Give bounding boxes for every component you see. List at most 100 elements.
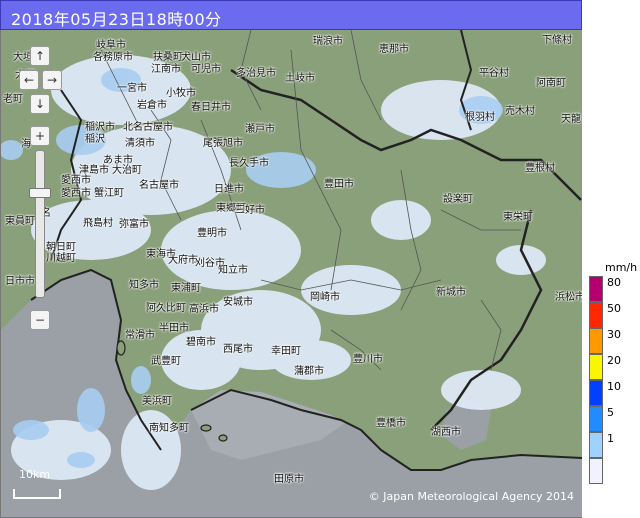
place-label: 大府市	[168, 255, 198, 266]
place-label: 老町	[3, 94, 23, 105]
place-label: 湖西市	[431, 427, 461, 438]
arrow-left-icon: ←	[23, 73, 35, 87]
zoom-slider-track[interactable]	[35, 150, 45, 298]
place-label: 弥富市	[119, 219, 149, 230]
place-label: 阿久比町	[146, 303, 186, 314]
place-label: 阿南町	[536, 78, 566, 89]
place-label: 南知多町	[149, 423, 189, 434]
place-label: 田原市	[274, 474, 304, 485]
place-label: 瑞浪市	[313, 36, 343, 47]
place-label: 長久手市	[229, 158, 269, 169]
legend-row: 1	[589, 432, 639, 458]
place-label: 北名古屋市	[123, 122, 173, 133]
place-label: 愛西市	[61, 188, 91, 199]
zoom-in-button[interactable]: +	[30, 126, 50, 146]
place-label: 安城市	[223, 297, 253, 308]
place-label: 土岐市	[285, 73, 315, 84]
legend-unit: mm/h	[605, 261, 638, 274]
legend-swatch	[589, 380, 603, 406]
title-bar: 2018年05月23日18時00分	[0, 0, 582, 30]
legend-row: 30	[589, 328, 639, 354]
legend-value: 30	[607, 328, 621, 341]
place-label: 朝日町	[46, 242, 76, 253]
place-label: 豊橋市	[376, 418, 406, 429]
legend-value: 10	[607, 380, 621, 393]
copyright-text: © Japan Meteorological Agency 2014	[368, 490, 574, 503]
place-label: 豊明市	[197, 228, 227, 239]
legend-value: 50	[607, 302, 621, 315]
legend-value: 20	[607, 354, 621, 367]
place-label: 常滑市	[125, 330, 155, 341]
place-label: 大治町	[112, 165, 142, 176]
place-label: 東員町	[5, 216, 35, 227]
place-label: 瀬戸市	[245, 124, 275, 135]
place-label: 武豊町	[151, 356, 181, 367]
legend-swatch	[589, 276, 603, 302]
place-label: 西尾市	[223, 344, 253, 355]
plus-icon: +	[34, 129, 46, 143]
place-label: 蒲郡市	[294, 366, 324, 377]
legend-swatch	[589, 328, 603, 354]
place-label: 江南市	[151, 64, 181, 75]
place-label: 岐阜市	[96, 40, 126, 51]
minus-icon: −	[34, 313, 46, 327]
place-label: 尾張旭市	[203, 138, 243, 149]
place-label: 売木村	[505, 106, 535, 117]
arrow-down-icon: ↓	[34, 97, 46, 111]
place-label: 幸田町	[271, 346, 301, 357]
place-label: 東浦町	[171, 283, 201, 294]
place-label: 多治見市	[236, 68, 276, 79]
zoom-slider-handle[interactable]	[29, 188, 51, 198]
place-label: 高浜市	[189, 304, 219, 315]
place-label: 川越町	[46, 253, 76, 264]
pan-up-button[interactable]: ↑	[30, 46, 50, 66]
place-label: 稲沢市	[85, 122, 115, 133]
place-label: 豊田市	[324, 179, 354, 190]
scale-label: 10km	[19, 468, 51, 481]
place-label: 知立市	[218, 265, 248, 276]
legend-row	[589, 458, 639, 484]
legend-row: 5	[589, 406, 639, 432]
legend-row: 10	[589, 380, 639, 406]
pan-down-button[interactable]: ↓	[30, 94, 50, 114]
place-label: 東栄町	[503, 212, 533, 223]
legend-swatch	[589, 458, 603, 484]
place-label: 碧南市	[186, 337, 216, 348]
place-label: 蟹江町	[94, 188, 124, 199]
place-label: 知多市	[129, 280, 159, 291]
place-label: 恵那市	[379, 44, 409, 55]
place-label: 可児市	[191, 64, 221, 75]
place-label: 三好市	[235, 205, 265, 216]
place-label: 飛島村	[83, 218, 113, 229]
legend-value: 1	[607, 432, 614, 445]
place-label: 美浜町	[142, 396, 172, 407]
place-label: 清須市	[125, 138, 155, 149]
place-label: 岡崎市	[310, 292, 340, 303]
place-label: 日進市	[214, 184, 244, 195]
place-label: 天龍	[561, 114, 581, 125]
legend-value: 80	[607, 276, 621, 289]
place-label: 平谷村	[479, 68, 509, 79]
timestamp-title: 2018年05月23日18時00分	[11, 10, 222, 29]
place-label: 愛西市	[61, 175, 91, 186]
place-label: 下條村	[542, 35, 572, 46]
place-label: 小牧市	[166, 88, 196, 99]
legend-swatch	[589, 406, 603, 432]
place-label: 日市市	[5, 276, 35, 287]
place-label: 犬山市	[181, 52, 211, 63]
pan-left-button[interactable]: ←	[19, 70, 39, 90]
legend-swatch	[589, 302, 603, 328]
place-label: 豊根村	[525, 163, 555, 174]
pan-right-button[interactable]: →	[42, 70, 62, 90]
map-terrain	[1, 30, 582, 517]
arrow-up-icon: ↑	[34, 49, 46, 63]
legend-swatch	[589, 354, 603, 380]
place-label: 春日井市	[191, 102, 231, 113]
radar-map[interactable]: 瑞浪市 恵那市 下條村 大垣市 岐阜市 各務原市 扶桑町 犬山市 一宮市 江南市…	[0, 30, 582, 518]
place-label: 名古屋市	[139, 180, 179, 191]
place-label: 根羽村	[465, 112, 495, 123]
place-label: 一宮市	[117, 83, 147, 94]
place-label: 設楽町	[443, 194, 473, 205]
zoom-out-button[interactable]: −	[30, 310, 50, 330]
legend-row: 80	[589, 276, 639, 302]
